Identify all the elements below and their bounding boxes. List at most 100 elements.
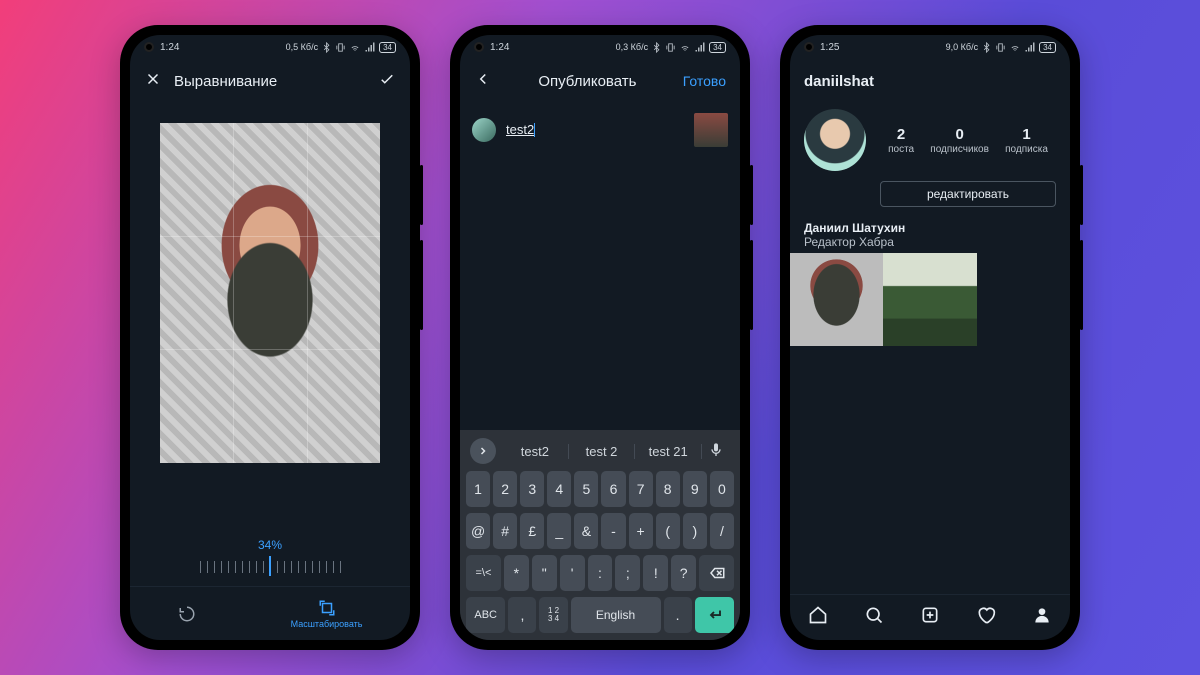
key[interactable]: ) — [683, 513, 707, 549]
stat-posts[interactable]: 2поста — [888, 126, 914, 155]
key[interactable]: & — [574, 513, 598, 549]
vibrate-icon — [335, 42, 346, 53]
nav-add-icon[interactable] — [920, 605, 940, 630]
suggestion[interactable]: test 2 — [569, 444, 636, 459]
key[interactable]: 2 — [493, 471, 517, 507]
status-time: 1:24 — [160, 42, 179, 53]
wifi-icon — [679, 41, 691, 53]
nav-profile-icon[interactable] — [1032, 605, 1052, 630]
key[interactable]: / — [710, 513, 734, 549]
key-dot[interactable]: . — [664, 597, 692, 633]
key[interactable]: _ — [547, 513, 571, 549]
close-icon[interactable] — [144, 70, 162, 92]
caption-input[interactable]: test2 — [506, 121, 535, 139]
status-time: 1:24 — [490, 42, 509, 53]
mic-icon[interactable] — [708, 442, 730, 461]
key-enter[interactable] — [695, 597, 734, 633]
avatar[interactable] — [804, 109, 866, 171]
status-net: 0,3 Кб/с — [616, 42, 648, 52]
post-thumbnail[interactable] — [694, 113, 728, 147]
key[interactable]: 3 — [520, 471, 544, 507]
key[interactable]: # — [493, 513, 517, 549]
key[interactable]: : — [588, 555, 613, 591]
key-numtoggle[interactable]: 1 2 3 4 — [539, 597, 567, 633]
key[interactable]: £ — [520, 513, 544, 549]
key[interactable]: + — [629, 513, 653, 549]
key[interactable]: ? — [671, 555, 696, 591]
app-bar: Выравнивание — [130, 59, 410, 103]
key[interactable]: 8 — [656, 471, 680, 507]
phone-profile: 1:25 9,0 Кб/с 34 daniilshat 2поста 0подп… — [780, 25, 1080, 650]
page-title: Опубликовать — [492, 73, 683, 90]
suggestion[interactable]: test 21 — [635, 444, 702, 459]
key-abc[interactable]: ABC — [466, 597, 505, 633]
scale-button[interactable]: Масштабировать — [291, 599, 363, 629]
stat-following[interactable]: 1подписка — [1005, 126, 1048, 155]
suggestion[interactable]: test2 — [502, 444, 569, 459]
camera-hole-icon — [144, 42, 154, 52]
bottom-nav — [790, 594, 1070, 640]
edit-profile-button[interactable]: редактировать — [880, 181, 1056, 207]
username: daniilshat — [804, 73, 1056, 90]
key[interactable]: 9 — [683, 471, 707, 507]
posts-grid — [790, 253, 1070, 346]
nav-heart-icon[interactable] — [976, 605, 996, 630]
key[interactable]: 5 — [574, 471, 598, 507]
battery-icon: 34 — [1039, 42, 1056, 53]
battery-icon: 34 — [379, 42, 396, 53]
status-bar: 1:24 0,5 Кб/с 34 — [130, 35, 410, 59]
camera-hole-icon — [804, 42, 814, 52]
key[interactable]: ( — [656, 513, 680, 549]
edit-toolbar: Масштабировать — [130, 586, 410, 640]
vibrate-icon — [665, 42, 676, 53]
expand-suggestions-icon[interactable] — [470, 438, 496, 464]
signal-icon — [1024, 41, 1036, 53]
post-thumbnail[interactable] — [790, 253, 883, 346]
confirm-icon[interactable] — [378, 70, 396, 92]
back-icon[interactable] — [474, 70, 492, 92]
zoom-slider[interactable] — [130, 552, 410, 582]
key[interactable]: 0 — [710, 471, 734, 507]
rotate-button[interactable] — [178, 605, 196, 623]
wifi-icon — [1009, 41, 1021, 53]
vibrate-icon — [995, 42, 1006, 53]
camera-hole-icon — [474, 42, 484, 52]
key[interactable]: 7 — [629, 471, 653, 507]
page-title: Выравнивание — [162, 73, 378, 90]
zoom-percent: 34% — [130, 538, 410, 552]
key[interactable]: - — [601, 513, 625, 549]
profile-name: Даниил Шатухин — [804, 221, 1056, 235]
done-button[interactable]: Готово — [683, 73, 726, 89]
key[interactable]: " — [532, 555, 557, 591]
key[interactable]: * — [504, 555, 529, 591]
key[interactable]: ! — [643, 555, 668, 591]
status-bar: 1:24 0,3 Кб/с 34 — [460, 35, 740, 59]
key-backspace[interactable] — [699, 555, 734, 591]
status-time: 1:25 — [820, 42, 839, 53]
key[interactable]: 1 — [466, 471, 490, 507]
phone-alignment: 1:24 0,5 Кб/с 34 Выравнивание — [120, 25, 420, 650]
signal-icon — [364, 41, 376, 53]
status-net: 9,0 Кб/с — [946, 42, 978, 52]
key-space[interactable]: English — [571, 597, 661, 633]
avatar — [472, 118, 496, 142]
stat-followers[interactable]: 0подписчиков — [930, 126, 989, 155]
key[interactable]: @ — [466, 513, 490, 549]
key-symbols[interactable]: =\< — [466, 555, 501, 591]
keyboard: test2 test 2 test 21 1234567890 @#£_&-+(… — [460, 430, 740, 640]
app-bar: daniilshat — [790, 59, 1070, 103]
status-bar: 1:25 9,0 Кб/с 34 — [790, 35, 1070, 59]
bluetooth-icon — [651, 42, 662, 53]
post-thumbnail[interactable] — [883, 253, 976, 346]
key[interactable]: 4 — [547, 471, 571, 507]
key[interactable]: 6 — [601, 471, 625, 507]
bluetooth-icon — [981, 42, 992, 53]
nav-search-icon[interactable] — [864, 605, 884, 630]
phone-publish: 1:24 0,3 Кб/с 34 Опубликовать Готово tes… — [450, 25, 750, 650]
key[interactable]: ' — [560, 555, 585, 591]
key[interactable]: ; — [615, 555, 640, 591]
key-comma[interactable]: , — [508, 597, 536, 633]
nav-home-icon[interactable] — [808, 605, 828, 630]
signal-icon — [694, 41, 706, 53]
photo-preview[interactable] — [160, 123, 380, 463]
